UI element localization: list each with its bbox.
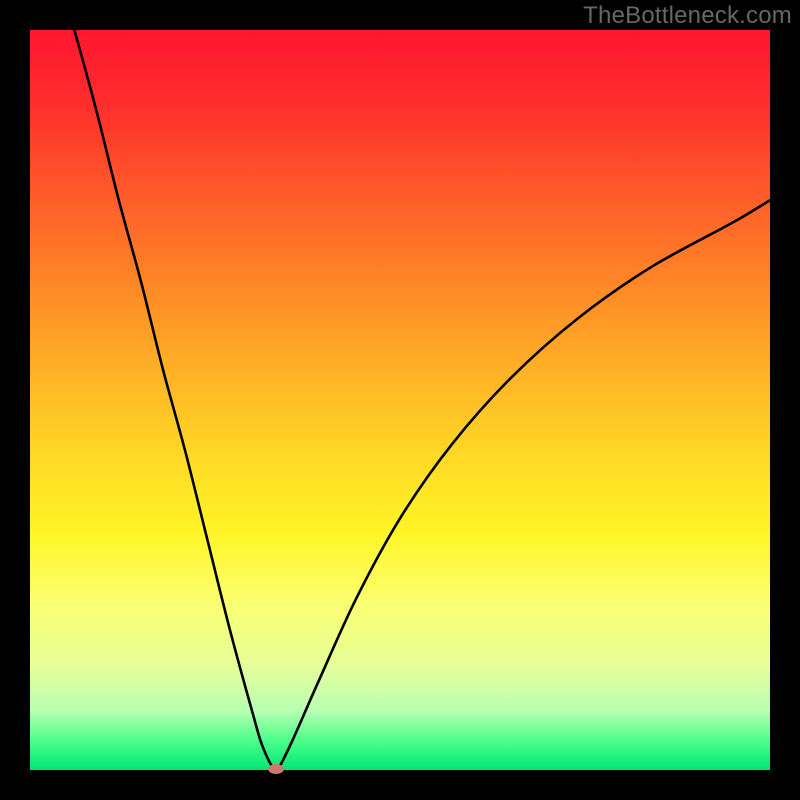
minimum-marker <box>268 764 284 774</box>
chart-plot-area <box>30 30 770 770</box>
curve-path <box>74 30 770 769</box>
bottleneck-curve <box>30 30 770 770</box>
watermark-text: TheBottleneck.com <box>583 2 792 30</box>
